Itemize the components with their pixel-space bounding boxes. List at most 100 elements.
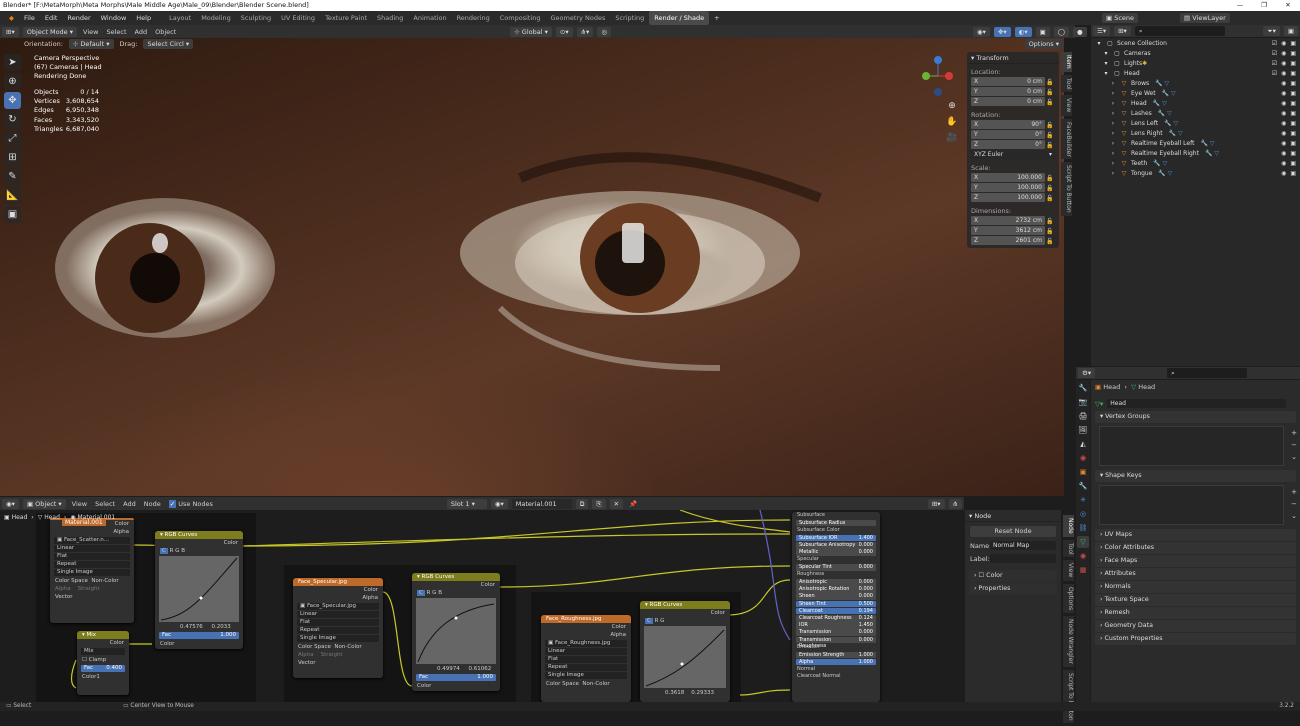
curves3-point-values[interactable]: 0.3618 0.29333 (640, 689, 730, 697)
material-name-field[interactable]: Material.001 (511, 498, 572, 509)
bsdf-clearcoat-roughness-field[interactable]: Clearcoat Roughness 0.124 (796, 615, 876, 622)
node-panel-title[interactable]: ▾ Node (965, 510, 1061, 522)
curves3-chan-g[interactable]: G (660, 618, 664, 624)
texture-props-icon[interactable]: ▦ (1077, 564, 1089, 576)
panel-vertex-groups[interactable]: ▾ Vertex Groups (1095, 411, 1296, 423)
workspace-tab-geometry-nodes[interactable]: Geometry Nodes (546, 11, 611, 25)
panel-normals[interactable]: › Normals (1095, 581, 1296, 593)
node-sidebar-tab-view[interactable]: View (1063, 560, 1074, 581)
scale-x-field[interactable]: X 100.000 (971, 173, 1045, 182)
bsdf-subsurface-color-socket[interactable]: Subsurface Color (792, 527, 880, 534)
lock-icon[interactable]: 🔓 (1045, 238, 1055, 245)
camera-render-icon[interactable]: ▣ (1290, 120, 1296, 127)
eye-icon[interactable]: ◉ (1281, 60, 1286, 67)
camera-render-icon[interactable]: ▣ (1290, 80, 1296, 87)
specular-source-dropdown[interactable]: Single Image (297, 635, 379, 642)
gizmo-y-icon[interactable] (922, 72, 930, 80)
node-sidebar-tab-options[interactable]: Options (1063, 583, 1074, 613)
curves2-chan-b[interactable]: B (438, 590, 442, 596)
3d-viewport-render[interactable] (0, 38, 1064, 496)
scatter-interp-dropdown[interactable]: Linear (54, 545, 130, 552)
xray-icon[interactable]: ▣ (1035, 26, 1050, 37)
node-node-menu[interactable]: Node (140, 499, 165, 509)
physics-props-icon[interactable]: ◎ (1077, 508, 1089, 520)
bsdf-anisotropic-rotation-field[interactable]: Anisotropic Rotation 0.000 (796, 586, 876, 593)
add-item-icon[interactable]: + (1291, 427, 1297, 439)
dimensions-z-field[interactable]: Z 2601 cm (971, 236, 1045, 245)
sidebar-tab-tool[interactable]: Tool (1061, 74, 1072, 93)
material-browse-icon[interactable]: ◉▾ (490, 498, 508, 509)
roughness-extension-dropdown[interactable]: Repeat (545, 664, 627, 671)
node-properties-panel[interactable]: › Properties (969, 583, 1057, 595)
lock-icon[interactable]: 🔓 (1045, 132, 1055, 139)
constraint-props-icon[interactable]: ⛓ (1077, 522, 1089, 534)
camera-render-icon[interactable]: ▣ (1290, 160, 1296, 167)
scene-selector[interactable]: ▣ Scene (1102, 13, 1139, 23)
menu-help[interactable]: Help (131, 14, 156, 22)
curves2-channels[interactable]: C R G B (412, 589, 500, 597)
lock-icon[interactable]: 🔓 (1045, 185, 1055, 192)
transform-tool-icon[interactable]: ⊞ (4, 149, 21, 166)
orientation-dropdown[interactable]: ⊹ Default ▾ (68, 39, 114, 49)
sidebar-tab-facebuilder[interactable]: FaceBuilder (1061, 118, 1072, 160)
lock-icon[interactable]: 🔓 (1045, 122, 1055, 129)
curves3-channels[interactable]: C R G (640, 617, 730, 625)
scatter-image-field[interactable]: ▣ Face_Scatter.n... (54, 537, 130, 544)
node-view-menu[interactable]: View (68, 499, 91, 509)
mix-clamp-checkbox[interactable]: ☐ Clamp (77, 656, 129, 664)
render-props-icon[interactable]: 📷 (1077, 396, 1089, 408)
scatter-output-alpha[interactable]: Alpha (50, 528, 134, 536)
expand-icon[interactable]: › (1109, 150, 1117, 157)
reset-node-button[interactable]: Reset Node (970, 526, 1056, 537)
lock-icon[interactable]: 🔓 (1045, 195, 1055, 202)
curves3-x[interactable]: 0.3618 (665, 690, 684, 696)
menu-file[interactable]: File (19, 14, 40, 22)
workspace-tab-shading[interactable]: Shading (372, 11, 408, 25)
slot-dropdown[interactable]: Slot 1 ▾ (446, 498, 487, 509)
bsdf-alpha-field[interactable]: Alpha 1.000 (796, 658, 876, 666)
select-menu[interactable]: Select (102, 27, 130, 37)
mix-node[interactable]: ▾ Mix Color Mix ☐ Clamp Fac 0.400 Color1 (77, 631, 129, 695)
curves2-output[interactable]: Color (412, 581, 500, 589)
bsdf-normal-socket[interactable]: Normal (792, 666, 880, 673)
list-menu-icon[interactable]: ⌄ (1291, 451, 1297, 463)
mesh-name-field[interactable]: Head (1107, 399, 1286, 408)
expand-icon[interactable]: › (1109, 130, 1117, 137)
lock-icon[interactable]: 🔓 (1045, 79, 1055, 86)
curves1-input[interactable]: Color (155, 640, 243, 648)
bsdf-clearcoat-field[interactable]: Clearcoat 0.194 (796, 607, 876, 615)
view-layer-selector[interactable]: ▤ ViewLayer (1180, 13, 1230, 23)
camera-render-icon[interactable]: ▣ (1290, 50, 1296, 57)
node-sidebar-tab-tool[interactable]: Tool (1063, 539, 1074, 558)
exclude-checkbox-icon[interactable]: ☑ (1272, 40, 1277, 47)
scatter-source-dropdown[interactable]: Single Image (54, 569, 130, 576)
select-tool-icon[interactable]: ➤ (4, 54, 21, 71)
list-box[interactable]: + − ⌄ (1099, 426, 1297, 466)
curves1-graph[interactable] (159, 556, 239, 622)
pan-icon[interactable]: ✋ (945, 114, 959, 130)
expand-icon[interactable]: ▾ (1102, 70, 1110, 77)
bsdf-sheen-field[interactable]: Sheen 0.000 (796, 593, 876, 601)
camera-render-icon[interactable]: ▣ (1290, 70, 1296, 77)
mode-dropdown[interactable]: Object Mode ▾ (22, 26, 78, 37)
curves1-fac-slider[interactable]: Fac 1.000 (159, 632, 239, 639)
bsdf-emission-socket[interactable]: Emission (792, 644, 880, 651)
expand-icon[interactable]: ▾ (1102, 50, 1110, 57)
overlay-nodes-icon[interactable]: ⊞▾ (927, 498, 945, 509)
view-layer-props-icon[interactable]: 🖼 (1077, 424, 1089, 436)
sidebar-tab-view[interactable]: View (1061, 95, 1072, 116)
add-cube-tool-icon[interactable]: ▣ (4, 206, 21, 223)
rgb-curves-node-3[interactable]: ▾ RGB Curves Color C R G 0.3618 0.29333 (640, 601, 730, 702)
camera-render-icon[interactable]: ▣ (1290, 100, 1296, 107)
curves2-graph[interactable] (416, 598, 496, 664)
panel-remesh[interactable]: › Remesh (1095, 607, 1296, 619)
camera-render-icon[interactable]: ▣ (1290, 90, 1296, 97)
panel-texture-space[interactable]: › Texture Space (1095, 594, 1296, 606)
mix-fac-slider[interactable]: Fac 0.400 (81, 665, 125, 672)
add-workspace-button[interactable]: + (709, 14, 724, 22)
curves3-y[interactable]: 0.29333 (691, 690, 714, 696)
lock-icon[interactable]: 🔓 (1045, 228, 1055, 235)
curves3-chan-r[interactable]: R (655, 618, 659, 624)
workspace-tab-uv-editing[interactable]: UV Editing (276, 11, 320, 25)
curves2-x[interactable]: 0.49974 (437, 666, 460, 672)
